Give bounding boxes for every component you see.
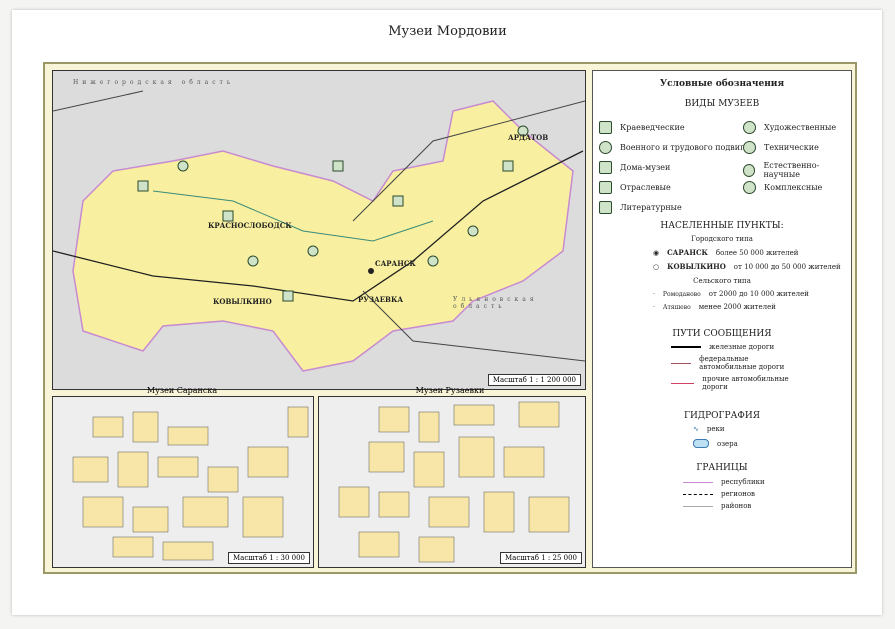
other-road-symbol bbox=[671, 382, 695, 384]
legend-sample: САРАНСК bbox=[667, 248, 708, 257]
legend-section-heading: ГРАНИЦЫ bbox=[696, 463, 748, 473]
museum-icon bbox=[247, 255, 259, 267]
legend-item: Естественно-научные bbox=[763, 161, 820, 179]
main-map[interactable]: Нижегородская область Ульяновская област… bbox=[52, 70, 586, 390]
saransk-blocks bbox=[72, 406, 309, 561]
republic-border-symbol bbox=[683, 481, 713, 483]
inset-title: Музеи Рузаевки bbox=[415, 386, 485, 395]
legend-sample: КОВЫЛКИНО bbox=[667, 262, 726, 271]
city-label: САРАНСК bbox=[375, 259, 416, 268]
legend-item: более 50 000 жителей bbox=[715, 248, 799, 257]
legend-section-heading: ПУТИ СООБЩЕНИЯ bbox=[672, 329, 772, 339]
map-frame: Нижегородская область Ульяновская област… bbox=[43, 62, 857, 574]
museum-icon bbox=[332, 160, 344, 172]
museum-icon bbox=[137, 180, 149, 192]
village-marker: · bbox=[653, 290, 655, 298]
legend-item: Отраслевые bbox=[620, 183, 671, 192]
legend-section-heading: ВИДЫ МУЗЕЕВ bbox=[684, 99, 760, 109]
museum-icon bbox=[427, 255, 439, 267]
legend-item: озера bbox=[717, 439, 738, 448]
inset-title: Музеи Саранска bbox=[146, 386, 218, 395]
legend-subheading: Городского типа bbox=[691, 235, 753, 243]
legend-section-heading: ГИДРОГРАФИЯ bbox=[684, 411, 760, 421]
city-label: КРАСНОСЛОБОДСК bbox=[208, 221, 292, 230]
railway-symbol bbox=[671, 346, 701, 348]
neighbor-label: Нижегородская область bbox=[73, 79, 235, 86]
house-museum-icon bbox=[599, 161, 612, 174]
legend-item: регионов bbox=[721, 490, 755, 498]
legend-subheading: Сельского типа bbox=[693, 277, 751, 285]
inset-ruzaevka[interactable]: Масштаб 1 : 25 000 bbox=[318, 396, 586, 568]
legend-item: Краеведческие bbox=[620, 123, 685, 132]
legend-item: Технические bbox=[764, 143, 819, 152]
legend-sample: Ромоданово bbox=[662, 290, 701, 298]
legend-heading: Условные обозначения bbox=[659, 79, 785, 89]
museum-icon bbox=[467, 225, 479, 237]
museum-icon bbox=[222, 210, 234, 222]
legend-item: менее 2000 жителей bbox=[698, 303, 776, 311]
page-title: Музеи Мордовии bbox=[388, 24, 507, 39]
city-label: КОВЫЛКИНО bbox=[213, 297, 272, 306]
large-city-marker: ◉ bbox=[653, 248, 660, 257]
museum-icon bbox=[502, 160, 514, 172]
inset-scale: Масштаб 1 : 25 000 bbox=[499, 552, 582, 564]
city-label: РУЗАЕВКА bbox=[358, 295, 404, 304]
museum-icon bbox=[282, 290, 294, 302]
legend-item: от 10 000 до 50 000 жителей bbox=[733, 262, 841, 271]
district-border-symbol bbox=[683, 505, 713, 507]
legend-item: прочие автомобильные дороги bbox=[702, 375, 789, 391]
river-symbol: ∿ bbox=[693, 425, 699, 433]
art-museum-icon bbox=[743, 121, 756, 134]
technical-museum-icon bbox=[743, 141, 756, 154]
ruzaevka-blocks bbox=[338, 401, 570, 563]
natural-science-museum-icon bbox=[743, 163, 756, 177]
legend-item: реки bbox=[706, 425, 725, 433]
legend-item: Литературные bbox=[620, 203, 682, 212]
region-map bbox=[53, 90, 585, 372]
legend: Условные обозначения ВИДЫ МУЗЕЕВ Краевед… bbox=[592, 70, 852, 568]
neighbor-label: Ульяновская область bbox=[453, 296, 538, 310]
legend-item: от 2000 до 10 000 жителей bbox=[708, 290, 809, 298]
saransk-marker bbox=[368, 268, 374, 274]
legend-item: районов bbox=[721, 502, 752, 510]
legend-section-heading: НАСЕЛЕННЫЕ ПУНКТЫ: bbox=[660, 221, 784, 231]
federal-road-symbol bbox=[671, 362, 692, 364]
inset-saransk[interactable]: Масштаб 1 : 30 000 bbox=[52, 396, 314, 568]
small-village-marker: · bbox=[653, 303, 655, 311]
legend-sample: Атяшево bbox=[662, 303, 691, 311]
mordovia-region bbox=[72, 100, 574, 372]
city-label: АРДАТОВ bbox=[508, 133, 549, 142]
literary-museum-icon bbox=[599, 201, 612, 214]
legend-item: республики bbox=[721, 478, 765, 486]
legend-item: железные дороги bbox=[709, 343, 775, 351]
legend-item: Дома-музеи bbox=[620, 163, 671, 172]
lake-symbol bbox=[693, 439, 709, 448]
local-history-museum-icon bbox=[599, 121, 612, 134]
inset-scale: Масштаб 1 : 30 000 bbox=[227, 552, 310, 564]
legend-item: Художественные bbox=[764, 123, 837, 132]
legend-item: Комплексные bbox=[764, 183, 823, 192]
map-scale: Масштаб 1 : 1 200 000 bbox=[487, 374, 581, 386]
museum-icon bbox=[392, 195, 404, 207]
museum-icon bbox=[307, 245, 319, 257]
industry-museum-icon bbox=[599, 181, 612, 194]
complex-museum-icon bbox=[743, 181, 756, 194]
region-border-symbol bbox=[683, 493, 713, 495]
military-museum-icon bbox=[599, 141, 612, 154]
museum-icon bbox=[177, 160, 189, 172]
legend-item: Военного и трудового подвига bbox=[620, 143, 750, 152]
legend-item: федеральные автомобильные дороги bbox=[699, 355, 785, 371]
city-marker: ○ bbox=[653, 262, 660, 271]
